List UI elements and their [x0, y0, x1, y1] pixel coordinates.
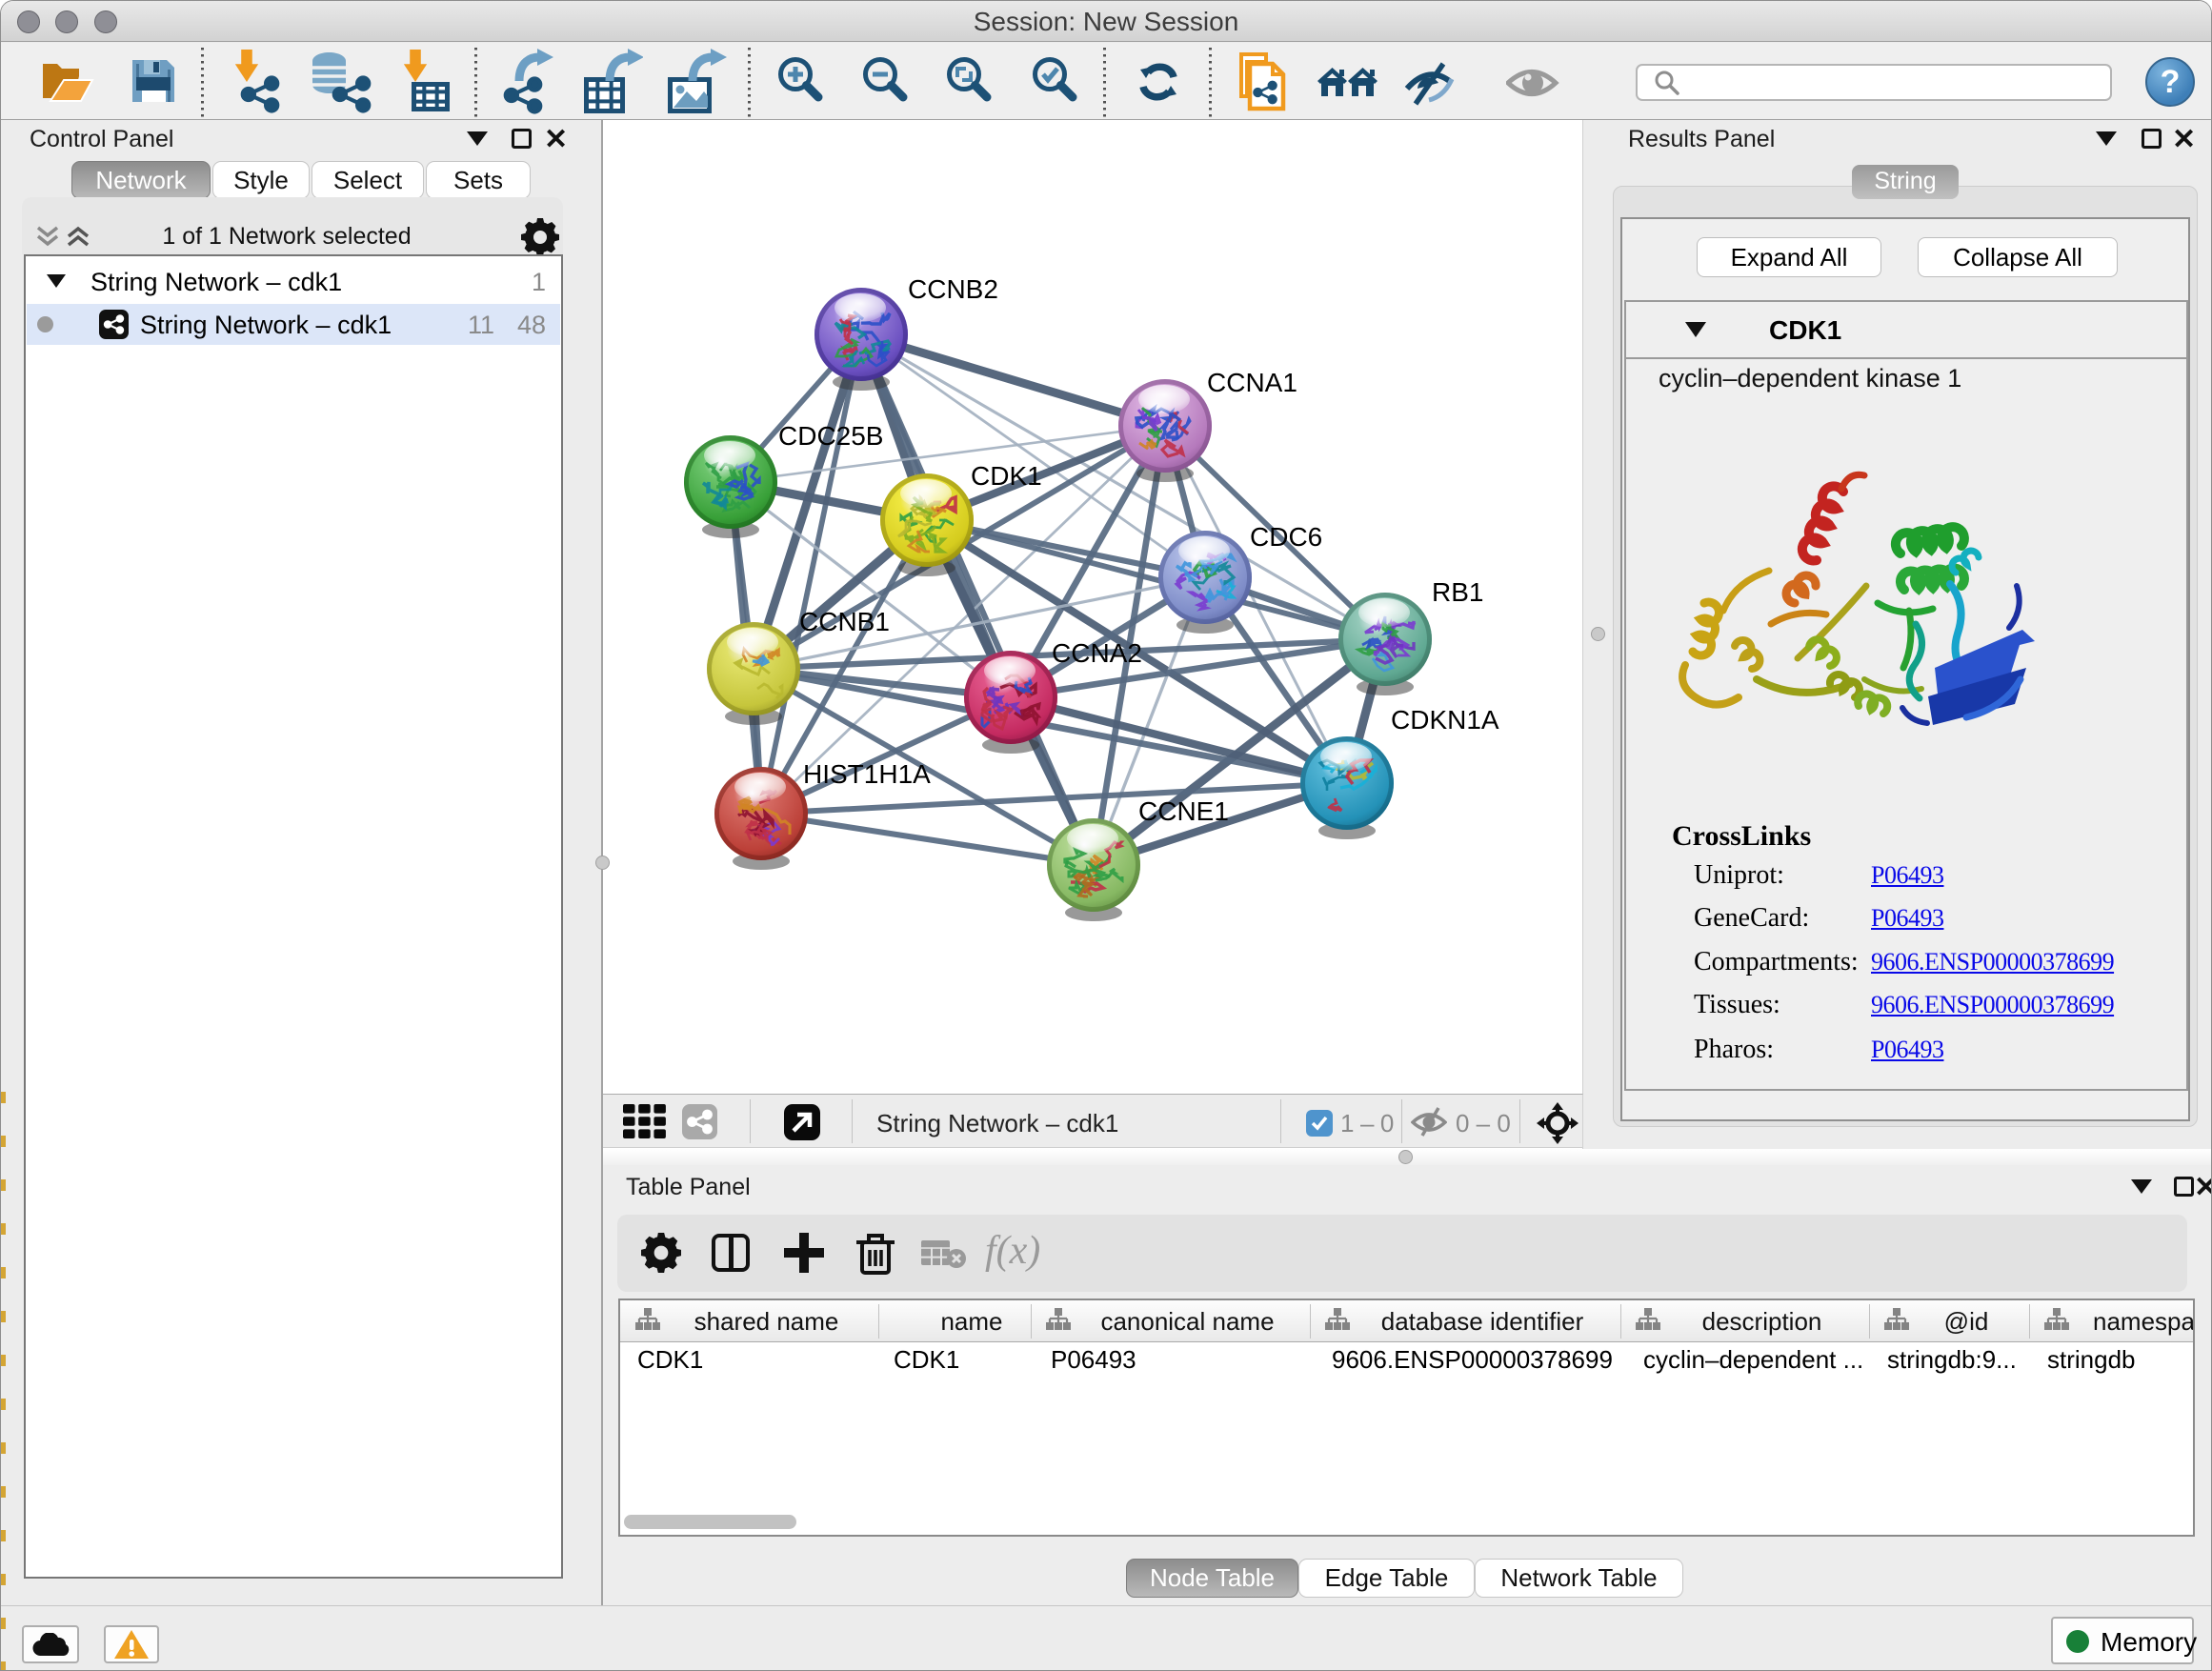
svg-text:CDC6: CDC6 [1250, 522, 1322, 552]
svg-text:CCNB1: CCNB1 [799, 607, 890, 636]
svg-text:CCNA2: CCNA2 [1052, 638, 1142, 668]
svg-text:CDC25B: CDC25B [778, 421, 883, 451]
svg-text:HIST1H1A: HIST1H1A [803, 759, 931, 789]
svg-text:CCNE1: CCNE1 [1138, 796, 1229, 826]
svg-text:CDK1: CDK1 [971, 461, 1042, 491]
svg-text:RB1: RB1 [1432, 577, 1483, 607]
svg-text:CDKN1A: CDKN1A [1391, 705, 1499, 735]
svg-text:CCNA1: CCNA1 [1207, 368, 1297, 397]
svg-text:CCNB2: CCNB2 [908, 274, 998, 304]
